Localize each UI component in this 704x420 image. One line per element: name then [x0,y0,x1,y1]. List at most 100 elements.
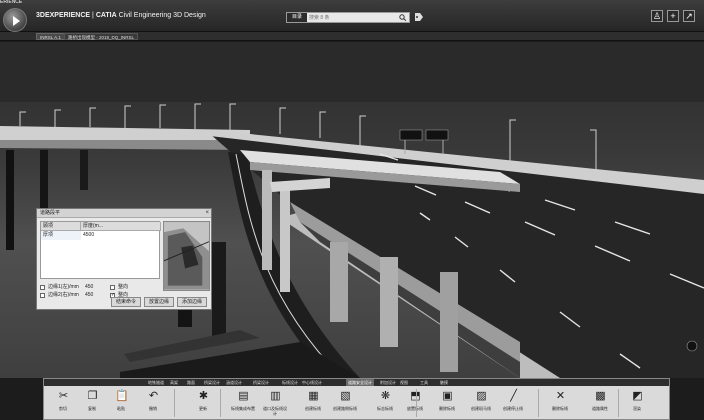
table-cell[interactable]: 4500 [81,231,161,240]
edge-right-value[interactable]: 450 [85,291,93,300]
tool-label: 创建标线 [305,406,321,411]
app-prefix: CATIA [95,12,117,19]
copy-icon: ❐ [87,390,98,402]
junction-marking-icon: ▥ [270,390,281,402]
table-header: 厚度(m... [81,222,161,231]
toolbar-separator [416,389,417,417]
title-separator: | [92,12,94,19]
layer-table[interactable]: 顾项 厚度(m... 厚项 4500 [40,221,161,279]
sign-marking-button[interactable]: ❋ 标志标线 [374,388,396,419]
tool-label: 渲染 [633,406,641,411]
tool-label: 创建斑马线 [471,406,491,411]
search-bar[interactable]: 目录 [286,12,410,23]
scissors-button[interactable]: ✂ 剪切 [52,388,74,419]
category-tab[interactable]: 工具 [420,379,428,386]
search-scope-dropdown[interactable]: 目录 [287,13,307,22]
edge-right-row: 边缘2(右)/mm 450 整向 [40,291,160,300]
edge-right-checkbox[interactable] [40,293,45,298]
delete-marking-button[interactable]: ▣ 删除标线 [436,388,458,419]
title-bar: ERIENCE 3DEXPERIENCE | CATIA Civil Engin… [0,0,704,32]
category-tab[interactable]: 桥梁设计 [253,379,269,386]
delete-marking-icon: ▣ [442,390,453,402]
road-properties-button[interactable]: ▩ 道路属性 [589,388,611,419]
junction-marking-button[interactable]: ▥ 道口及标线设计 [263,388,287,419]
create-marking-button[interactable]: ▦ 创建标线 [302,388,324,419]
copy-button[interactable]: ❐ 复制 [81,388,103,419]
category-tab[interactable]: 中心线设计 [302,379,322,386]
paste-button[interactable]: 📋 粘贴 [110,388,132,419]
place-marking-button[interactable]: ⬒放置标线 [404,388,426,419]
lane-marking-icon: ▤ [238,390,249,402]
category-tab[interactable]: 视图 [400,379,408,386]
tool-label: 撤销 [149,406,157,411]
close-icon[interactable]: × [205,210,209,217]
sign-marking-icon: ❋ [380,390,391,402]
render-button[interactable]: ◩ 渲染 [626,388,648,419]
category-tab[interactable]: 涵道设计 [226,379,242,386]
compass-play-icon[interactable] [3,8,27,32]
category-tab[interactable]: 道路安全设计 [346,379,374,386]
edge-left-align-checkbox[interactable] [110,285,115,290]
category-tab[interactable]: 地铁隧道 [148,379,164,386]
update-icon: ✱ [198,390,209,402]
search-icon[interactable] [399,14,407,21]
table-header: 顾项 [41,222,81,231]
stop-line-icon: ╱ [510,390,517,402]
update-button[interactable]: ✱ 更新 [192,388,214,419]
road-edge-dialog: 道路段平 × 顾项 厚度(m... 厚项 4500 边缘1(左)/mm 450 … [36,208,212,310]
tool-label: 标线集成布置 [231,406,255,411]
user-icon[interactable]: ♙ [651,10,663,22]
toolbar-separator [618,389,619,417]
road-properties-icon: ▩ [595,390,606,402]
tool-label: 更新 [199,406,207,411]
edge-right-label: 边缘2(右)/mm [48,292,79,298]
tool-label: 删除标线 [552,406,568,411]
undo-button[interactable]: ↶ 撤销 [142,388,164,419]
category-tab[interactable]: 触摸 [440,379,448,386]
view-cube-icon[interactable] [686,340,698,352]
tool-label: 删除标线 [439,406,455,411]
remove-marking-button[interactable]: ✕ 删除标线 [549,388,571,419]
end-command-button[interactable]: 结束命令 [111,297,141,307]
paste-icon: 📋 [115,390,129,402]
edge-left-checkbox[interactable] [40,285,45,290]
roadside-marking-icon: ▧ [340,390,351,402]
tag-icon[interactable] [414,12,424,22]
action-bar: 地铁隧道 高架 路面 桥梁设计 涵道设计 桥梁设计 标线设计 中心线设计 道路安全设计 附加设计视… [43,378,670,420]
tool-label: 道口及标线设计 [263,406,287,416]
section-preview-image [163,221,210,291]
window-title-fragment: ERIENCE [0,0,23,5]
table-cell[interactable]: 厚项 [41,231,81,240]
zebra-crossing-button[interactable]: ▨ 创建斑马线 [470,388,492,419]
lane-marking-button[interactable]: ▤ 标线集成布置 [231,388,255,419]
brand-name: 3DEXPERIENCE [36,12,91,19]
add-edge-button[interactable]: 添加边缘 [177,297,207,307]
document-tab-bar: INRSL A.1 路桥出现模型 - 2018_DQ_INRSL [0,32,704,41]
toolbar-separator [174,389,175,417]
roadside-marking-button[interactable]: ▧ 创建路侧标线 [333,388,357,419]
category-tab[interactable]: 标线设计 [282,379,298,386]
undo-icon: ↶ [148,390,159,402]
category-tabs: 地铁隧道 高架 路面 桥梁设计 涵道设计 桥梁设计 标线设计 中心线设计 道路安全设计 附加设计视… [44,379,669,386]
tool-label: 标志标线 [377,406,393,411]
category-tab[interactable]: 附加设计 [380,379,396,386]
place-edge-button[interactable]: 放置边缘 [144,297,174,307]
tab-inrsl[interactable]: INRSL A.1 [36,33,65,40]
tool-label: 创建路侧标线 [333,406,357,411]
share-icon[interactable]: ↗ [683,10,695,22]
tool-label: 复制 [88,406,96,411]
category-tab[interactable]: 桥梁设计 [204,379,220,386]
render-icon: ◩ [632,390,643,402]
stop-line-button[interactable]: ╱ 创建停止线 [502,388,524,419]
add-icon[interactable]: + [667,10,679,22]
tool-label: 放置标线 [407,406,423,411]
app-name: Civil Engineering 3D Design [118,12,206,19]
category-tab[interactable]: 高架 [170,379,178,386]
tool-label: 剪切 [59,406,67,411]
create-marking-icon: ▦ [308,390,319,402]
category-tab[interactable]: 路面 [187,379,195,386]
tab-road-model[interactable]: 路桥出现模型 - 2018_DQ_INRSL [64,33,139,40]
3d-viewport[interactable]: 道路段平 × 顾项 厚度(m... 厚项 4500 边缘1(左)/mm 450 … [0,42,704,378]
search-input[interactable] [309,13,395,22]
remove-marking-icon: ✕ [555,390,566,402]
